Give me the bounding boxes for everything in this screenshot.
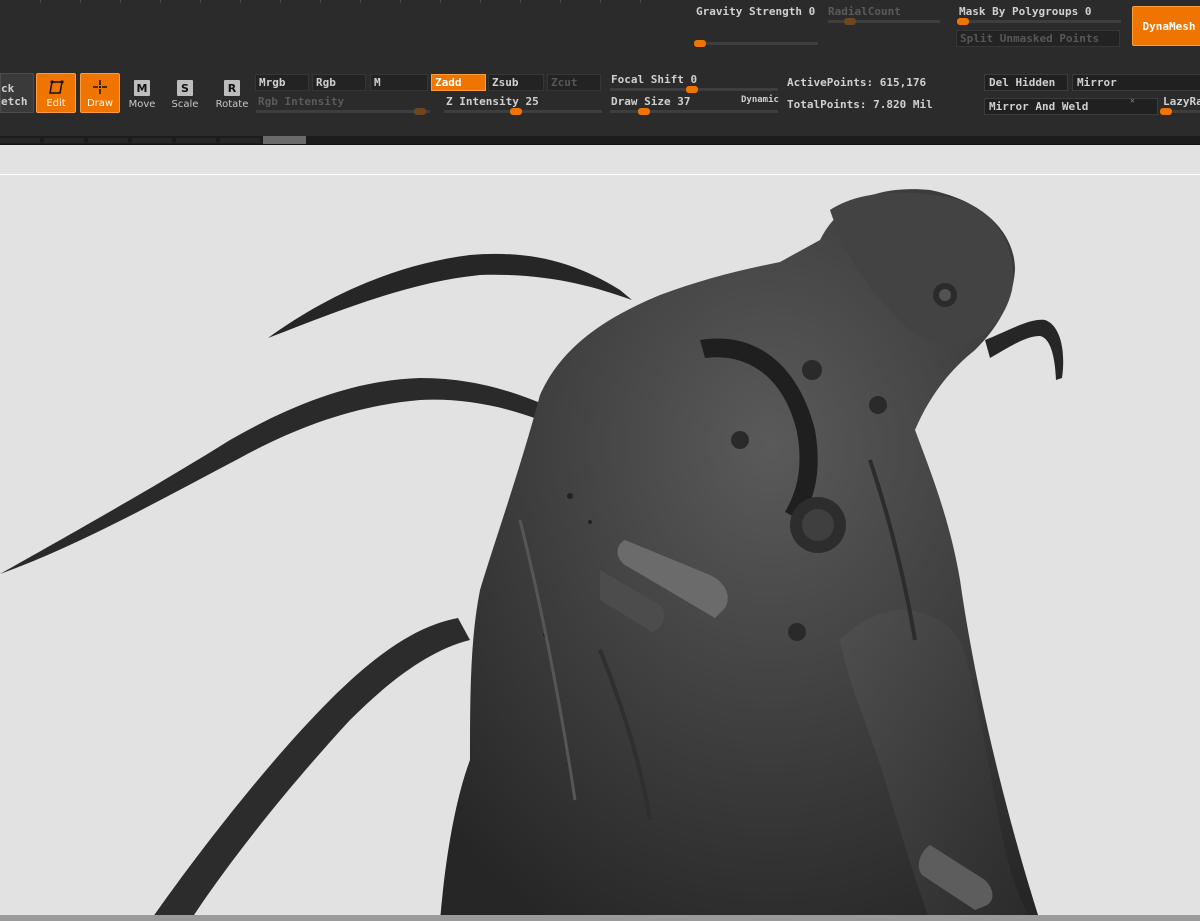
surface-node xyxy=(869,396,887,414)
sketch-label-line1: ck xyxy=(1,82,15,95)
viewport-bottom-bar xyxy=(0,915,1200,921)
rotate-label: Rotate xyxy=(215,99,249,110)
move-icon: M xyxy=(134,80,150,96)
active-points-readout: ActivePoints: 615,176 xyxy=(787,76,927,89)
edit-button[interactable]: Edit xyxy=(36,73,76,113)
gravity-strength-label: Gravity Strength 0 xyxy=(696,5,816,18)
pin-icon[interactable]: ✕ xyxy=(1130,96,1135,105)
m-button[interactable]: M xyxy=(370,74,428,91)
zadd-button[interactable]: Zadd xyxy=(431,74,486,91)
draw-label: Draw xyxy=(86,98,114,109)
shelf-slot xyxy=(88,138,128,143)
draw-size-label: Draw Size 37 xyxy=(611,95,691,108)
rotate-button[interactable]: R Rotate xyxy=(212,73,252,113)
menu-tick xyxy=(240,0,241,3)
del-hidden-button[interactable]: Del Hidden xyxy=(984,74,1068,91)
rotate-icon: R xyxy=(224,80,240,96)
surface-pore xyxy=(567,493,573,499)
slider-knob[interactable] xyxy=(510,108,522,115)
rgb-intensity-slider[interactable] xyxy=(256,108,430,115)
slider-knob[interactable] xyxy=(1160,108,1172,115)
strap-disc-inner xyxy=(802,509,834,541)
tendril-upper xyxy=(268,253,632,338)
tendril-middle xyxy=(0,378,545,574)
mouth-tentacle xyxy=(985,319,1064,380)
menu-tick xyxy=(560,0,561,3)
mirror-button[interactable]: Mirror xyxy=(1072,74,1200,91)
mask-by-polygroups-slider[interactable] xyxy=(957,18,1121,25)
slider-knob[interactable] xyxy=(694,40,706,47)
draw-icon xyxy=(92,79,108,95)
menu-tick xyxy=(40,0,41,3)
shelf-slot xyxy=(0,138,40,143)
lazy-radius-slider[interactable] xyxy=(1160,108,1200,115)
menu-tick xyxy=(280,0,281,3)
surface-node xyxy=(802,360,822,380)
lazy-radius-label: LazyRa xyxy=(1163,95,1200,108)
dynamesh-button[interactable]: DynaMesh xyxy=(1132,6,1200,46)
mrgb-button[interactable]: Mrgb xyxy=(255,74,309,91)
edit-icon xyxy=(48,79,64,95)
slider-knob[interactable] xyxy=(957,18,969,25)
move-label: Move xyxy=(128,99,156,110)
draw-button[interactable]: Draw xyxy=(80,73,120,113)
rgb-intensity-label: Rgb Intensity xyxy=(258,95,345,108)
slider-knob[interactable] xyxy=(638,108,650,115)
scale-button[interactable]: S Scale xyxy=(165,73,205,113)
edit-label: Edit xyxy=(46,98,66,109)
slider-knob[interactable] xyxy=(414,108,426,115)
shelf-scrollbar[interactable] xyxy=(263,136,306,144)
scale-icon: S xyxy=(177,80,193,96)
surface-node xyxy=(731,431,749,449)
sculpt-model[interactable] xyxy=(0,146,1200,921)
sketch-button[interactable]: ck etch xyxy=(0,73,34,113)
shelf-slot xyxy=(220,138,260,143)
gravity-strength-slider[interactable] xyxy=(694,40,818,47)
menu-tick xyxy=(360,0,361,3)
mask-by-polygroups-label: Mask By Polygroups 0 xyxy=(959,5,1092,18)
focal-shift-label: Focal Shift 0 xyxy=(611,73,698,86)
menu-tick xyxy=(80,0,81,3)
sketch-label-line2: etch xyxy=(1,95,28,108)
move-button[interactable]: M Move xyxy=(122,73,162,113)
menu-tick xyxy=(480,0,481,3)
rgb-button[interactable]: Rgb xyxy=(312,74,366,91)
shelf-slot xyxy=(176,138,216,143)
menu-tick xyxy=(400,0,401,3)
surface-node xyxy=(788,623,806,641)
menu-tick xyxy=(600,0,601,3)
z-intensity-slider[interactable] xyxy=(444,108,602,115)
shelf-divider xyxy=(0,136,1200,145)
top-panel: Gravity Strength 0 RadialCount Mask By P… xyxy=(0,0,1200,70)
slider-knob[interactable] xyxy=(844,18,856,25)
z-intensity-label: Z Intensity 25 xyxy=(446,95,539,108)
menu-tick xyxy=(320,0,321,3)
menu-tick xyxy=(640,0,641,3)
shelf-slot xyxy=(44,138,84,143)
split-unmasked-points-button[interactable]: Split Unmasked Points xyxy=(956,30,1120,47)
dynamic-toggle[interactable]: Dynamic xyxy=(741,95,779,105)
zsub-button[interactable]: Zsub xyxy=(488,74,544,91)
slider-knob[interactable] xyxy=(686,86,698,93)
total-points-readout: TotalPoints: 7.820 Mil xyxy=(787,98,933,111)
focal-shift-slider[interactable] xyxy=(610,86,778,93)
draw-size-slider[interactable] xyxy=(610,108,778,115)
toolbar: ck etch Edit Draw M Move S Scale R Rotat… xyxy=(0,70,1200,136)
scale-label: Scale xyxy=(171,99,199,110)
radial-count-label: RadialCount xyxy=(828,5,901,18)
menu-tick xyxy=(120,0,121,3)
shelf-slot xyxy=(132,138,172,143)
menu-tick xyxy=(160,0,161,3)
menu-tick xyxy=(520,0,521,3)
surface-pore xyxy=(588,520,592,524)
zcut-button[interactable]: Zcut xyxy=(547,74,601,91)
eye xyxy=(939,289,951,301)
menu-tick xyxy=(200,0,201,3)
tendril-lower xyxy=(150,618,470,921)
menu-tick xyxy=(440,0,441,3)
canvas-viewport[interactable] xyxy=(0,146,1200,921)
radial-count-slider[interactable] xyxy=(828,18,940,25)
